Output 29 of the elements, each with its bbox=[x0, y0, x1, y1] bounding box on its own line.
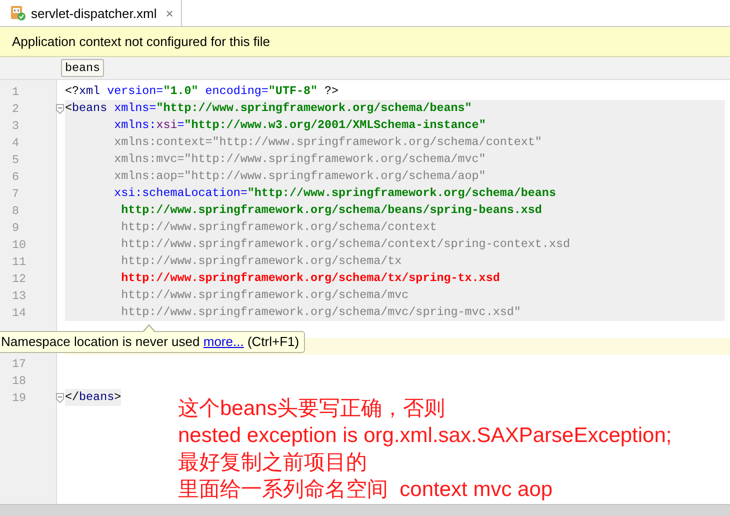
line-number: 5 bbox=[12, 152, 20, 166]
line-number: 1 bbox=[12, 84, 20, 98]
line-number: 6 bbox=[12, 170, 20, 184]
fold-icon[interactable] bbox=[56, 392, 64, 402]
line-number: 17 bbox=[12, 356, 26, 370]
code-line: <?xml version="1.0" encoding="UTF-8" ?> bbox=[65, 83, 339, 100]
line-number: 14 bbox=[12, 306, 26, 320]
line-number: 3 bbox=[12, 118, 20, 132]
fold-icon[interactable] bbox=[56, 104, 64, 114]
close-icon[interactable]: × bbox=[166, 6, 174, 20]
line-number: 10 bbox=[12, 238, 26, 252]
more-link[interactable]: more... bbox=[203, 334, 244, 349]
line-number: 11 bbox=[12, 254, 26, 268]
annotation-text: 最好复制之前项目的 bbox=[178, 450, 368, 476]
breadcrumb-item[interactable]: beans bbox=[61, 59, 104, 77]
xml-file-icon bbox=[10, 5, 26, 21]
line-number: 8 bbox=[12, 204, 20, 218]
line-number: 13 bbox=[12, 288, 26, 302]
line-number: 7 bbox=[12, 186, 20, 200]
annotation-text: 里面给一系列命名空间 context mvc aop bbox=[178, 477, 554, 503]
annotation-text: nested exception is org.xml.sax.SAXParseException; bbox=[178, 423, 672, 449]
notification-banner: Application context not configured for this file bbox=[0, 27, 730, 57]
line-number: 9 bbox=[12, 220, 20, 234]
line-number: 2 bbox=[12, 102, 20, 116]
line-number: 4 bbox=[12, 136, 20, 150]
line-number: 19 bbox=[12, 390, 26, 404]
line-number: 18 bbox=[12, 374, 26, 388]
annotation-text: 这个beans头要写正确，否则 bbox=[178, 396, 446, 422]
line-number: 12 bbox=[12, 272, 26, 286]
